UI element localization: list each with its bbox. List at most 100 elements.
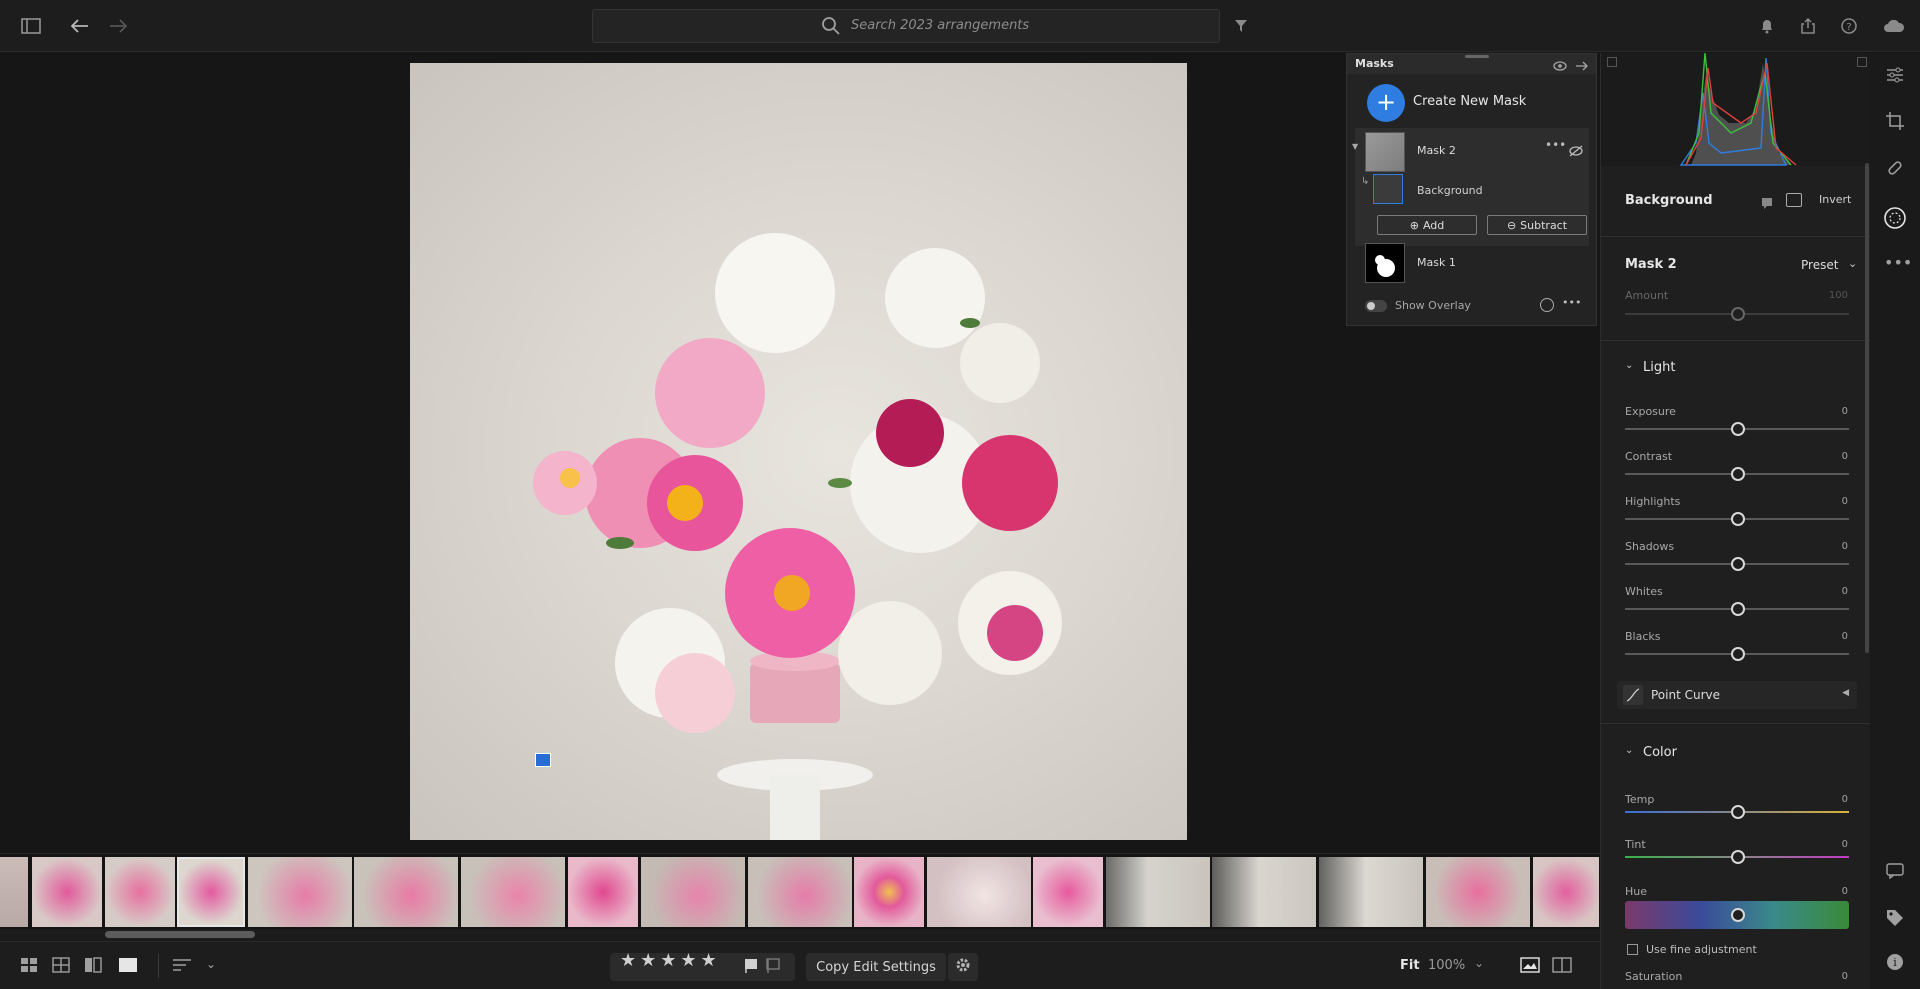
subtract-button[interactable]: ⊖ Subtract (1487, 215, 1587, 235)
forward-arrow-icon[interactable] (106, 14, 130, 38)
collapse-arrow-icon[interactable] (1575, 57, 1589, 76)
single-view-icon[interactable] (118, 957, 138, 975)
blacks-slider-knob[interactable] (1731, 647, 1745, 661)
amount-value[interactable]: 100 (1829, 290, 1848, 301)
tint-value[interactable]: 0 (1842, 839, 1848, 850)
cloud-icon[interactable] (1882, 14, 1906, 38)
filmstrip-thumbnail[interactable] (105, 857, 175, 927)
share-icon[interactable] (1796, 14, 1820, 38)
shadows-value[interactable]: 0 (1842, 541, 1848, 552)
highlights-slider-knob[interactable] (1731, 512, 1745, 526)
main-photo[interactable] (410, 63, 1187, 840)
panel-toggle-icon[interactable] (19, 14, 43, 38)
color-section-title[interactable]: Color (1643, 745, 1677, 760)
temp-slider-knob[interactable] (1731, 805, 1745, 819)
color-chevron-icon[interactable]: ⌄ (1625, 745, 1633, 756)
shadow-clipping-icon[interactable] (1607, 57, 1617, 67)
tint-slider-knob[interactable] (1731, 850, 1745, 864)
edit-sliders-icon[interactable] (1884, 65, 1906, 87)
amount-slider-knob[interactable] (1731, 307, 1745, 321)
background-component-name[interactable]: Background (1417, 184, 1483, 197)
pick-flag-icon[interactable] (744, 958, 758, 978)
overlay-color-icon[interactable] (1540, 298, 1554, 312)
chat-icon[interactable] (1884, 863, 1906, 885)
highlight-clipping-icon[interactable] (1857, 57, 1867, 67)
drag-handle[interactable] (1465, 55, 1489, 58)
chevron-down-icon[interactable]: ⌄ (1848, 257, 1857, 270)
detail-view-icon[interactable] (84, 957, 104, 975)
light-section-title[interactable]: Light (1643, 360, 1675, 375)
preset-dropdown[interactable]: Preset (1801, 258, 1838, 272)
square-grid-icon[interactable] (20, 957, 40, 975)
saturation-value[interactable]: 0 (1842, 971, 1848, 982)
create-new-mask-label[interactable]: Create New Mask (1413, 94, 1526, 109)
info-icon[interactable]: i (1884, 953, 1906, 975)
zoom-level[interactable]: 100% (1428, 958, 1465, 973)
more-tools-icon[interactable]: ••• (1884, 253, 1912, 275)
filmstrip-scroll-thumb[interactable] (105, 931, 255, 938)
sort-chevron-icon[interactable]: ⌄ (206, 957, 226, 975)
mask-2-thumbnail[interactable] (1365, 132, 1405, 172)
reject-flag-icon[interactable] (766, 958, 780, 978)
filmstrip-thumbnail[interactable] (248, 857, 352, 927)
masking-icon[interactable] (1883, 206, 1907, 230)
filmstrip-thumbnail[interactable] (461, 857, 565, 927)
bell-icon[interactable] (1755, 14, 1779, 38)
filmstrip-thumbnail[interactable] (0, 857, 28, 927)
eye-icon[interactable] (1553, 57, 1567, 76)
overlay-more-icon[interactable]: ••• (1562, 296, 1581, 309)
background-component-thumbnail[interactable] (1373, 174, 1403, 204)
invert-label[interactable]: Invert (1819, 193, 1851, 206)
point-curve-row[interactable]: Point Curve ◀ (1617, 681, 1857, 709)
filmstrip-thumbnail[interactable] (1212, 857, 1316, 927)
sort-icon[interactable] (172, 957, 192, 975)
mask-2-name[interactable]: Mask 2 (1417, 144, 1456, 157)
filmstrip-thumbnail[interactable] (854, 857, 924, 927)
highlights-value[interactable]: 0 (1842, 496, 1848, 507)
filmstrip-thumbnail[interactable] (1106, 857, 1210, 927)
show-overlay-toggle[interactable] (1365, 300, 1387, 312)
photo-grid-icon[interactable] (52, 957, 72, 975)
filmstrip-thumbnail-selected[interactable] (177, 857, 245, 927)
invert-icon[interactable] (1786, 193, 1802, 207)
whites-value[interactable]: 0 (1842, 586, 1848, 597)
contrast-value[interactable]: 0 (1842, 451, 1848, 462)
filmstrip-thumbnail[interactable] (354, 857, 458, 927)
hue-slider-knob[interactable] (1731, 908, 1745, 922)
filmstrip-scrollbar[interactable] (0, 929, 1600, 941)
tag-icon[interactable] (1884, 909, 1906, 931)
mask-1-name[interactable]: Mask 1 (1417, 256, 1456, 269)
add-button[interactable]: ⊕ Add (1377, 215, 1477, 235)
hide-eye-icon[interactable] (1569, 142, 1583, 161)
create-new-mask-button[interactable]: + (1367, 84, 1405, 122)
comment-icon[interactable] (1761, 194, 1773, 213)
before-after-icon[interactable] (1520, 957, 1540, 977)
search-input[interactable]: Search 2023 arrangements (851, 18, 1029, 33)
exposure-slider-knob[interactable] (1731, 422, 1745, 436)
filmstrip-thumbnail[interactable] (927, 857, 1031, 927)
expand-left-icon[interactable]: ◀ (1842, 688, 1849, 698)
exposure-value[interactable]: 0 (1842, 406, 1848, 417)
filmstrip-thumbnail[interactable] (1426, 857, 1530, 927)
contrast-slider-knob[interactable] (1731, 467, 1745, 481)
back-arrow-icon[interactable] (68, 14, 92, 38)
filmstrip-thumbnail[interactable] (1319, 857, 1423, 927)
filmstrip-thumbnail[interactable] (568, 857, 638, 927)
filmstrip-thumbnail[interactable] (32, 857, 102, 927)
light-chevron-icon[interactable]: ⌄ (1625, 360, 1633, 371)
mask-pin-icon[interactable] (535, 753, 551, 767)
filmstrip-thumbnail[interactable] (1533, 857, 1599, 927)
crop-icon[interactable] (1884, 111, 1906, 133)
fit-zoom-button[interactable]: Fit (1400, 958, 1420, 973)
star-rating[interactable]: ★★★★★ (620, 950, 721, 971)
mask-1-thumbnail[interactable] (1365, 243, 1405, 283)
filter-icon[interactable] (1229, 14, 1253, 38)
zoom-chevron-icon[interactable]: ⌄ (1474, 956, 1484, 970)
whites-slider-knob[interactable] (1731, 602, 1745, 616)
panel-scrollbar[interactable] (1865, 163, 1869, 653)
filmstrip-thumbnail[interactable] (748, 857, 852, 927)
copy-settings-gear-button[interactable] (948, 953, 978, 981)
filmstrip-thumbnail[interactable] (641, 857, 745, 927)
healing-icon[interactable] (1884, 158, 1906, 180)
filmstrip-thumbnail[interactable] (1033, 857, 1103, 927)
